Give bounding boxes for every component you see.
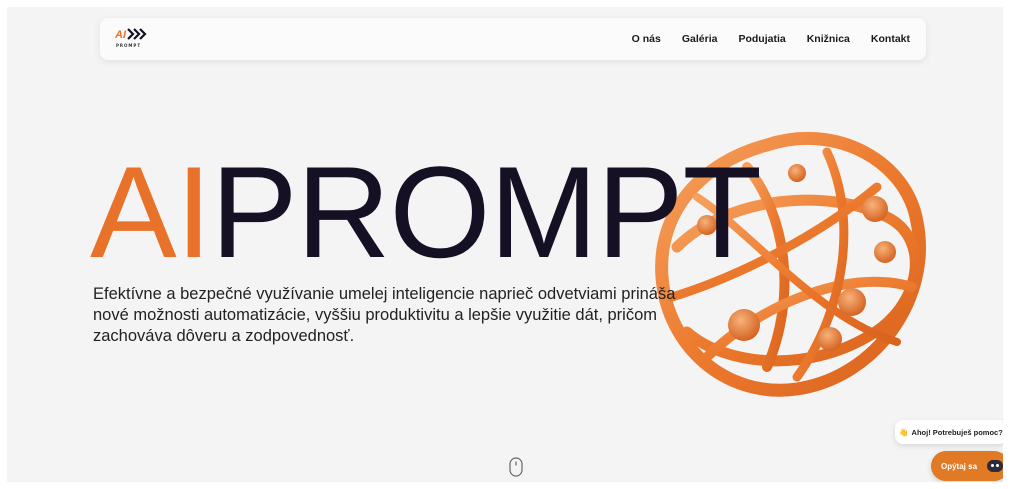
hero-title-prompt: PROMPT [210, 139, 762, 285]
nav-link-o-nas[interactable]: O nás [632, 33, 661, 45]
nav-menu: O nás Galéria Podujatia Knižnica Kontakt [632, 18, 910, 60]
navbar: AI PROMPT O nás Galéria Podujatia Knižni… [100, 18, 926, 60]
chat-ask-button[interactable]: Opýtaj sa [931, 451, 1003, 481]
waving-hand-icon: 👋 [899, 427, 909, 437]
chat-greeting-bubble[interactable]: 👋 Ahoj! Potrebuješ pomoc? [895, 420, 1003, 444]
chat-greeting-text: Ahoj! Potrebuješ pomoc? [911, 427, 1003, 437]
nav-link-kniznica[interactable]: Knižnica [807, 33, 850, 45]
hero-description: Efektívne a bezpečné využívanie umelej i… [93, 285, 676, 345]
page: AI PROMPT O nás Galéria Podujatia Knižni… [7, 7, 1003, 482]
svg-text:AI: AI [114, 29, 127, 41]
chat-ask-label: Opýtaj sa [941, 461, 978, 471]
scroll-mouse-icon[interactable] [509, 457, 523, 477]
chatbot-avatar-icon [987, 460, 1003, 472]
site-logo[interactable]: AI PROMPT [114, 26, 154, 52]
logo-wordmark: PROMPT [116, 43, 142, 48]
hero-title-ai: AI [90, 139, 212, 285]
logo-arrows-icon: AI [114, 28, 147, 41]
hero-title: AIPROMPT [90, 147, 762, 277]
chat-close-icon[interactable]: × [1002, 417, 1003, 426]
nav-link-kontakt[interactable]: Kontakt [871, 33, 910, 45]
nav-link-podujatia[interactable]: Podujatia [738, 33, 785, 45]
nav-link-galeria[interactable]: Galéria [682, 33, 718, 45]
